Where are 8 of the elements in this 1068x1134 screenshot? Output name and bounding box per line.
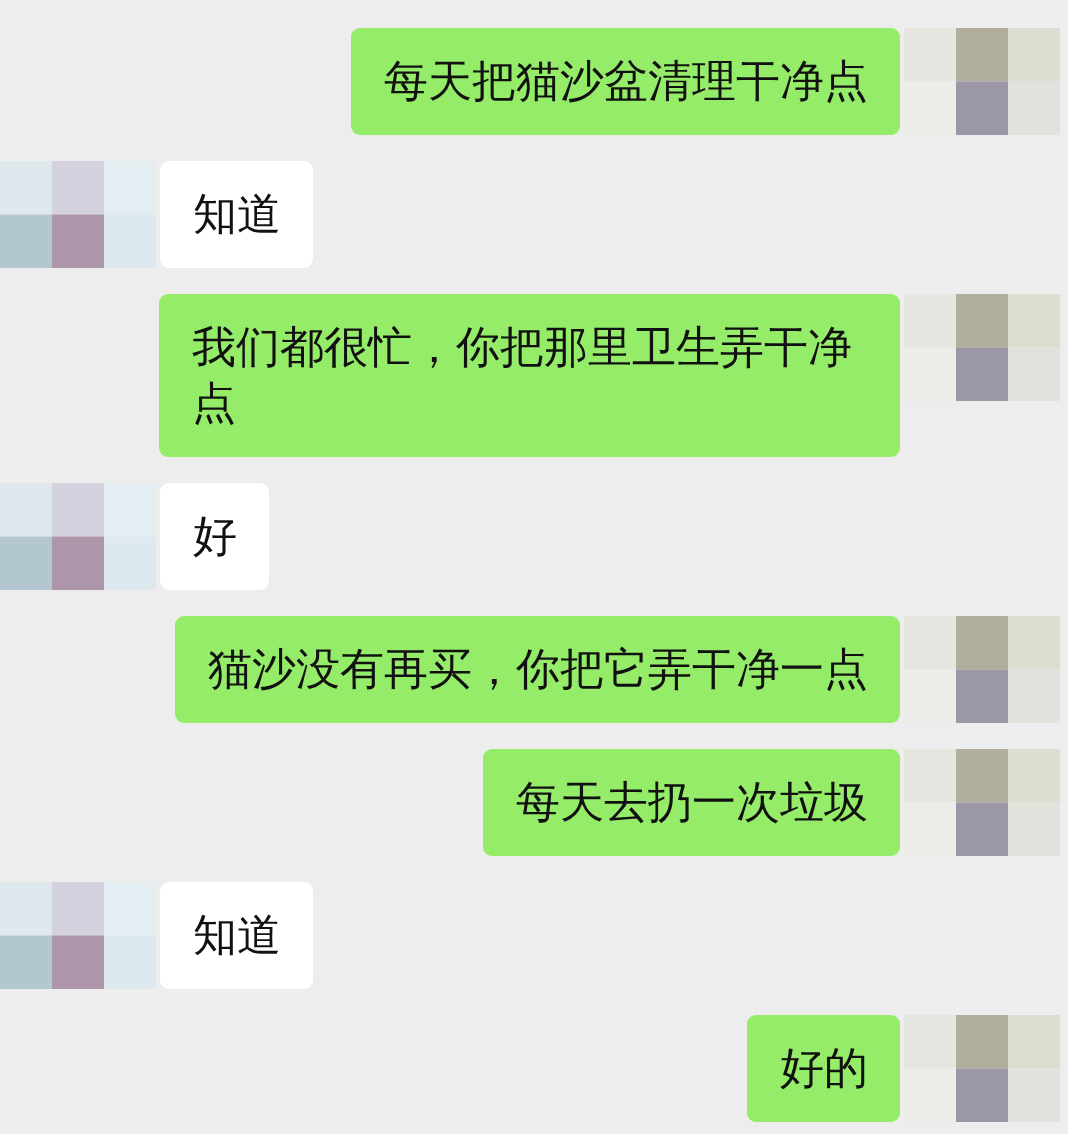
message-bubble: 每天去扔一次垃圾: [483, 749, 900, 856]
message-bubble: 知道: [160, 882, 313, 989]
message-bubble: 好的: [747, 1015, 900, 1122]
message-bubble: 我们都很忙，你把那里卫生弄干净点: [159, 294, 900, 457]
message-bubble: 每天把猫沙盆清理干净点: [351, 28, 900, 135]
message-bubble: 猫沙没有再买，你把它弄干净一点: [175, 616, 900, 723]
message-bubble: 知道: [160, 161, 313, 268]
message-bubble: 好: [160, 483, 269, 590]
